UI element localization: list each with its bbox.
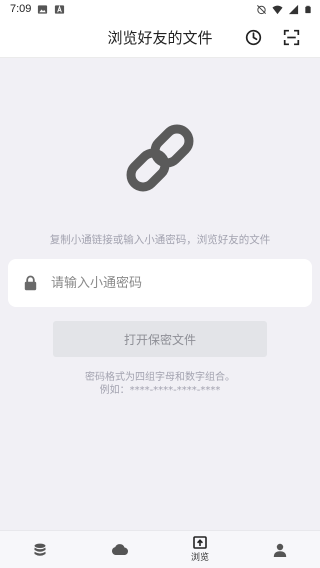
page-title: 浏览好友的文件 xyxy=(107,29,213,47)
a-notification-icon xyxy=(55,4,65,14)
history-icon xyxy=(245,29,261,45)
scan-button[interactable] xyxy=(280,26,302,48)
open-secret-file-button[interactable]: 打开保密文件 xyxy=(53,321,267,357)
password-field-container[interactable] xyxy=(8,259,312,307)
lock-icon xyxy=(24,275,37,291)
battery-icon xyxy=(305,5,311,13)
instruction-hint: 复制小通链接或输入小通密码，浏览好友的文件 xyxy=(49,234,271,246)
bottom-tab-bar: 浏览 xyxy=(0,530,320,568)
user-icon xyxy=(273,543,287,557)
tab-cloud[interactable] xyxy=(80,531,160,568)
link-icon xyxy=(126,124,194,192)
password-format-example: 例如：****-****-****-**** xyxy=(99,385,221,396)
signal-icon xyxy=(288,4,299,14)
tab-files[interactable] xyxy=(0,531,80,568)
scan-icon xyxy=(283,29,299,45)
image-icon xyxy=(38,4,48,14)
app-bar-actions xyxy=(242,26,302,48)
status-bar-left: 7:09 xyxy=(10,3,65,15)
tab-profile[interactable] xyxy=(240,531,320,568)
wifi-icon xyxy=(272,5,283,14)
history-button[interactable] xyxy=(242,26,264,48)
tab-browse[interactable]: 浏览 xyxy=(160,531,240,568)
status-bar: 7:09 xyxy=(0,0,320,18)
alarm-off-icon xyxy=(257,4,266,14)
cloud-icon xyxy=(111,544,128,555)
status-time: 7:09 xyxy=(10,3,32,15)
password-format-line1: 密码格式为四组字母和数字组合。 xyxy=(85,372,235,383)
tab-browse-label: 浏览 xyxy=(190,553,209,563)
password-format-note: 密码格式为四组字母和数字组合。 例如：****-****-****-**** xyxy=(0,371,320,397)
app-bar: 浏览好友的文件 xyxy=(0,18,320,58)
link-illustration xyxy=(120,118,200,198)
password-input[interactable] xyxy=(51,275,291,291)
status-bar-right xyxy=(256,4,312,15)
database-icon xyxy=(34,543,46,556)
browse-icon xyxy=(193,536,207,549)
